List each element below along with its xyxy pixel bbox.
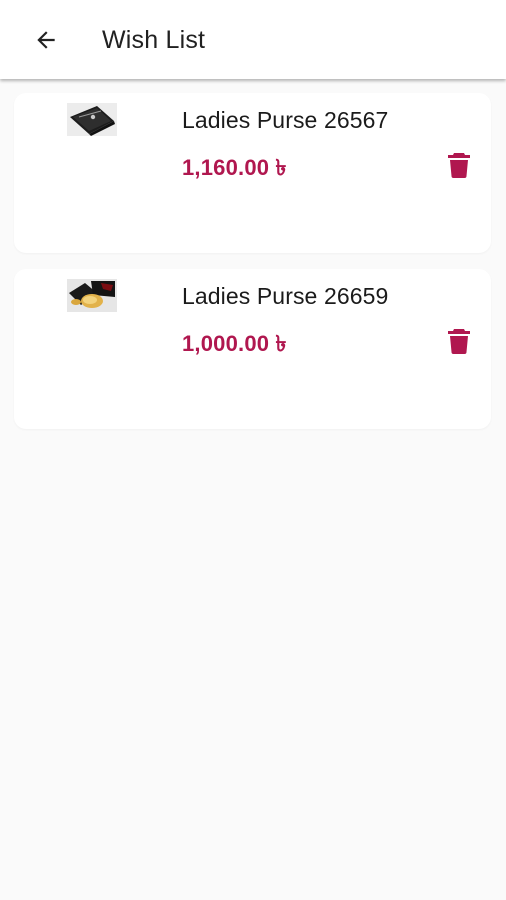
product-name[interactable]: Ladies Purse 26659: [182, 283, 388, 310]
wish-list-item[interactable]: Ladies Purse 26659 1,000.00 ৳: [14, 269, 491, 429]
product-thumbnail[interactable]: [67, 279, 117, 312]
product-name[interactable]: Ladies Purse 26567: [182, 107, 388, 134]
app-bar: Wish List: [0, 0, 506, 79]
delete-button[interactable]: [444, 326, 474, 356]
back-button[interactable]: [28, 22, 64, 58]
product-price: 1,000.00 ৳: [182, 331, 287, 356]
trash-icon: [448, 329, 470, 354]
arrow-back-icon: [37, 31, 55, 49]
trash-icon: [448, 153, 470, 178]
page-title: Wish List: [102, 26, 206, 54]
black-gold-purse-thumbnail: [67, 279, 117, 312]
product-price: 1,160.00 ৳: [182, 155, 287, 180]
delete-button[interactable]: [444, 150, 474, 180]
black-purse-thumbnail: [67, 103, 117, 136]
product-thumbnail[interactable]: [67, 103, 117, 136]
wish-list-item[interactable]: Ladies Purse 26567 1,160.00 ৳: [14, 93, 491, 253]
